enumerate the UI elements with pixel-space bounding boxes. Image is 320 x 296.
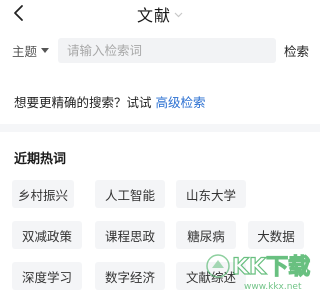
hot-word-chip[interactable]: 人工智能 [95,180,165,208]
hot-word-chip[interactable]: 大数据 [248,221,304,249]
hot-word-chip[interactable]: 文献综述 [176,262,246,290]
hint-text: 想要更精确的搜索？试试 [14,95,156,110]
advanced-search-link[interactable]: 高级检索 [155,95,205,110]
hot-word-chip[interactable]: 课程思政 [95,221,165,249]
topic-dropdown[interactable]: 主题 [12,40,50,60]
hot-word-chip[interactable]: 糖尿病 [176,221,236,249]
literature-search-page: 文献 主题 检索 想要更精确的搜索？试试 高级检索 近期热词 乡村振兴 人工智能… [0,0,320,296]
hot-word-chip[interactable]: 山东大学 [176,180,246,208]
topic-label: 主题 [12,43,38,59]
search-button[interactable]: 检索 [284,41,309,60]
search-row: 主题 检索 [0,36,320,64]
caret-down-icon [41,48,50,53]
nav-bar: 文献 [0,0,320,28]
hot-word-chip[interactable]: 双减政策 [12,221,82,249]
page-title: 文献 [136,6,171,25]
nav-title-switcher[interactable]: 文献 [0,3,320,25]
section-divider [0,124,320,132]
hot-words-title: 近期热词 [14,152,67,167]
hot-word-chip[interactable]: 深度学习 [12,262,82,290]
search-input[interactable] [58,38,276,63]
chevron-down-icon [174,12,183,18]
advanced-search-hint: 想要更精确的搜索？试试 高级检索 [14,92,206,111]
svg-text:www.kkx.net: www.kkx.net [244,282,302,292]
hot-word-chip[interactable]: 数字经济 [95,262,165,290]
hot-word-chip[interactable]: 乡村振兴 [12,180,74,208]
